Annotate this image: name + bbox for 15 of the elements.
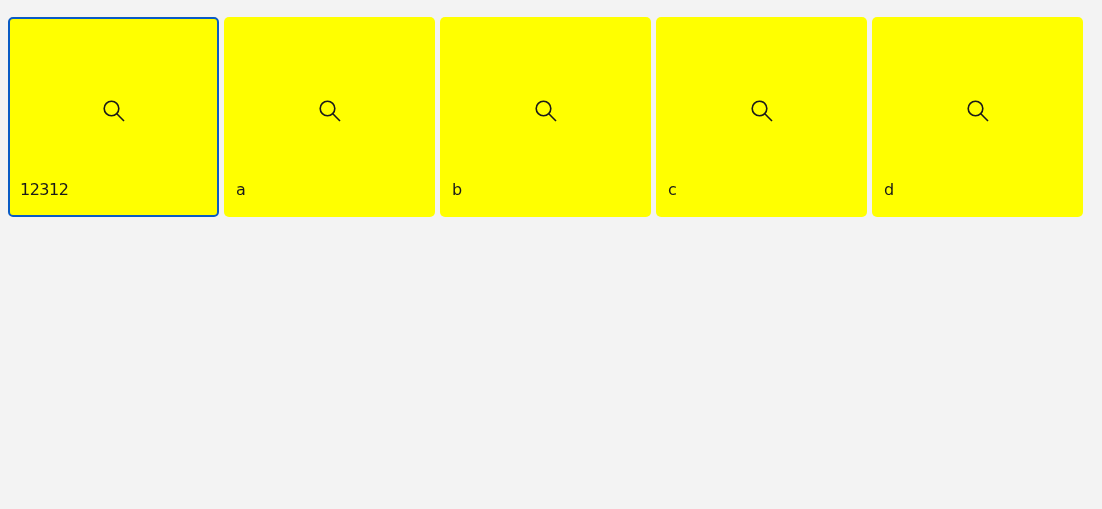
tile[interactable]: d [872,17,1083,217]
tile-label: d [884,179,894,201]
tile[interactable]: b [440,17,651,217]
tile-label: 12312 [20,179,69,201]
search-icon [317,98,342,123]
tile[interactable]: 12312 [8,17,219,217]
tile[interactable]: a [224,17,435,217]
search-icon [965,98,990,123]
tile[interactable]: c [656,17,867,217]
search-icon [533,98,558,123]
search-icon [749,98,774,123]
tile-label: a [236,179,246,201]
search-icon [101,98,126,123]
tile-label: c [668,179,677,201]
tile-label: b [452,179,462,201]
